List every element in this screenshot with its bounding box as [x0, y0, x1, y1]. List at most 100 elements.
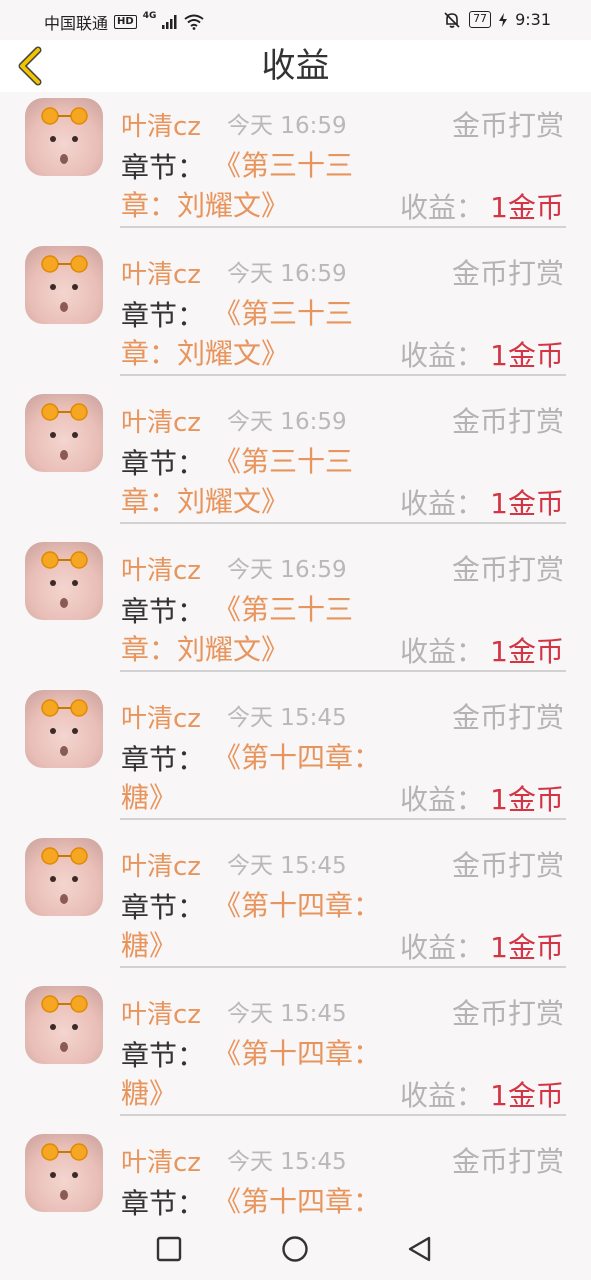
sender-name[interactable]: 叶清cz: [121, 846, 201, 883]
avatar-mouth: [60, 302, 68, 312]
sender-name[interactable]: 叶清cz: [121, 550, 201, 587]
status-bar: 中国联通 HD 4G 77 9:31: [0, 0, 591, 40]
user-avatar[interactable]: [25, 1134, 103, 1212]
home-button[interactable]: [281, 1235, 309, 1263]
avatar-eye: [50, 580, 56, 586]
sender-name[interactable]: 叶清cz: [121, 254, 201, 291]
income-record-item[interactable]: 叶清cz 今天 15:45 金币打赏 章节： 《第十四章：糖》 收益： 1金币: [0, 1128, 591, 1217]
chapter-title-link[interactable]: 《第三十三章：刘耀文》: [121, 146, 383, 226]
income-record-list[interactable]: 叶清cz 今天 16:59 金币打赏 章节： 《第三十三章：刘耀文》 收益： 1…: [0, 92, 591, 1217]
income-record-item[interactable]: 叶清cz 今天 16:59 金币打赏 章节： 《第三十三章：刘耀文》 收益： 1…: [0, 536, 591, 684]
triangle-back-icon: [408, 1236, 431, 1262]
avatar-eye: [72, 1172, 78, 1178]
divider: [120, 670, 566, 672]
record-time: 今天 16:59: [227, 409, 347, 435]
avatar-eye: [50, 136, 56, 142]
charging-icon: [499, 12, 508, 27]
chapter-title-link[interactable]: 《第三十三章：刘耀文》: [121, 590, 383, 670]
wifi-icon: [184, 14, 204, 30]
divider: [120, 966, 566, 968]
bell-muted-icon: [444, 11, 460, 28]
divider: [120, 374, 566, 376]
user-avatar[interactable]: [25, 542, 103, 620]
income-record-item[interactable]: 叶清cz 今天 16:59 金币打赏 章节： 《第三十三章：刘耀文》 收益： 1…: [0, 388, 591, 536]
avatar-eye: [50, 1172, 56, 1178]
income-record-item[interactable]: 叶清cz 今天 16:59 金币打赏 章节： 《第三十三章：刘耀文》 收益： 1…: [0, 240, 591, 388]
income-record-item[interactable]: 叶清cz 今天 15:45 金币打赏 章节： 《第十四章：糖》 收益： 1金币: [0, 832, 591, 980]
sender-name[interactable]: 叶清cz: [121, 402, 201, 439]
user-avatar[interactable]: [25, 246, 103, 324]
sunglasses-icon: [41, 255, 88, 273]
income-label: 收益：: [400, 931, 485, 964]
avatar-eye: [50, 1024, 56, 1030]
recent-apps-button[interactable]: [155, 1235, 183, 1263]
user-avatar[interactable]: [25, 690, 103, 768]
income-amount: 1金币: [490, 635, 564, 668]
chapter-title-link[interactable]: 《第十四章：糖》: [121, 1182, 383, 1217]
signal-icon: [162, 15, 177, 29]
income-label: 收益：: [400, 783, 485, 816]
sender-name[interactable]: 叶清cz: [121, 1142, 201, 1179]
avatar-eye: [72, 1024, 78, 1030]
record-time: 今天 15:45: [227, 1149, 347, 1175]
sunglasses-icon: [41, 551, 88, 569]
divider: [120, 818, 566, 820]
avatar-mouth: [60, 154, 68, 164]
income-type: 金币打赏: [451, 257, 564, 290]
avatar-mouth: [60, 1190, 68, 1200]
user-avatar[interactable]: [25, 98, 103, 176]
income-label: 收益：: [400, 339, 485, 372]
chapter-title-link[interactable]: 《第十四章：糖》: [121, 886, 383, 966]
system-back-button[interactable]: [406, 1235, 434, 1263]
avatar-eye: [50, 728, 56, 734]
network-type-label: 4G: [142, 11, 157, 21]
sunglasses-icon: [41, 1143, 88, 1161]
income-amount: 1金币: [490, 191, 564, 224]
sender-name[interactable]: 叶清cz: [121, 994, 201, 1031]
avatar-eye: [72, 284, 78, 290]
income-label: 收益：: [400, 1079, 485, 1112]
system-navigation-bar: [0, 1217, 591, 1280]
sender-name[interactable]: 叶清cz: [121, 698, 201, 735]
chapter-title-link[interactable]: 《第三十三章：刘耀文》: [121, 294, 383, 374]
income-record-item[interactable]: 叶清cz 今天 15:45 金币打赏 章节： 《第十四章：糖》 收益： 1金币: [0, 684, 591, 832]
record-time: 今天 16:59: [227, 557, 347, 583]
income-type: 金币打赏: [451, 1145, 564, 1178]
income-record-item[interactable]: 叶清cz 今天 16:59 金币打赏 章节： 《第三十三章：刘耀文》 收益： 1…: [0, 92, 591, 240]
income-amount: 1金币: [490, 783, 564, 816]
sunglasses-icon: [41, 403, 88, 421]
avatar-eye: [72, 728, 78, 734]
divider: [120, 1114, 566, 1116]
sunglasses-icon: [41, 995, 88, 1013]
square-icon: [156, 1236, 182, 1262]
user-avatar[interactable]: [25, 986, 103, 1064]
user-avatar[interactable]: [25, 838, 103, 916]
avatar-mouth: [60, 450, 68, 460]
avatar-eye: [50, 432, 56, 438]
income-type: 金币打赏: [451, 405, 564, 438]
battery-icon: 77: [469, 11, 492, 28]
income-type: 金币打赏: [451, 701, 564, 734]
avatar-mouth: [60, 746, 68, 756]
income-type: 金币打赏: [451, 109, 564, 142]
chapter-title-link[interactable]: 《第十四章：糖》: [121, 738, 383, 818]
income-record-item[interactable]: 叶清cz 今天 15:45 金币打赏 章节： 《第十四章：糖》 收益： 1金币: [0, 980, 591, 1128]
income-label: 收益：: [400, 487, 485, 520]
income-amount: 1金币: [490, 1079, 564, 1112]
clock: 9:31: [515, 10, 551, 29]
sunglasses-icon: [41, 107, 88, 125]
avatar-mouth: [60, 598, 68, 608]
chapter-title-link[interactable]: 《第三十三章：刘耀文》: [121, 442, 383, 522]
income-label: 收益：: [400, 635, 485, 668]
sunglasses-icon: [41, 699, 88, 717]
avatar-eye: [50, 876, 56, 882]
income-amount: 1金币: [490, 931, 564, 964]
chapter-title-link[interactable]: 《第十四章：糖》: [121, 1034, 383, 1114]
avatar-eye: [72, 136, 78, 142]
user-avatar[interactable]: [25, 394, 103, 472]
income-type: 金币打赏: [451, 997, 564, 1030]
avatar-eye: [50, 284, 56, 290]
record-time: 今天 16:59: [227, 113, 347, 139]
sender-name[interactable]: 叶清cz: [121, 106, 201, 143]
carrier-label: 中国联通: [44, 14, 109, 33]
